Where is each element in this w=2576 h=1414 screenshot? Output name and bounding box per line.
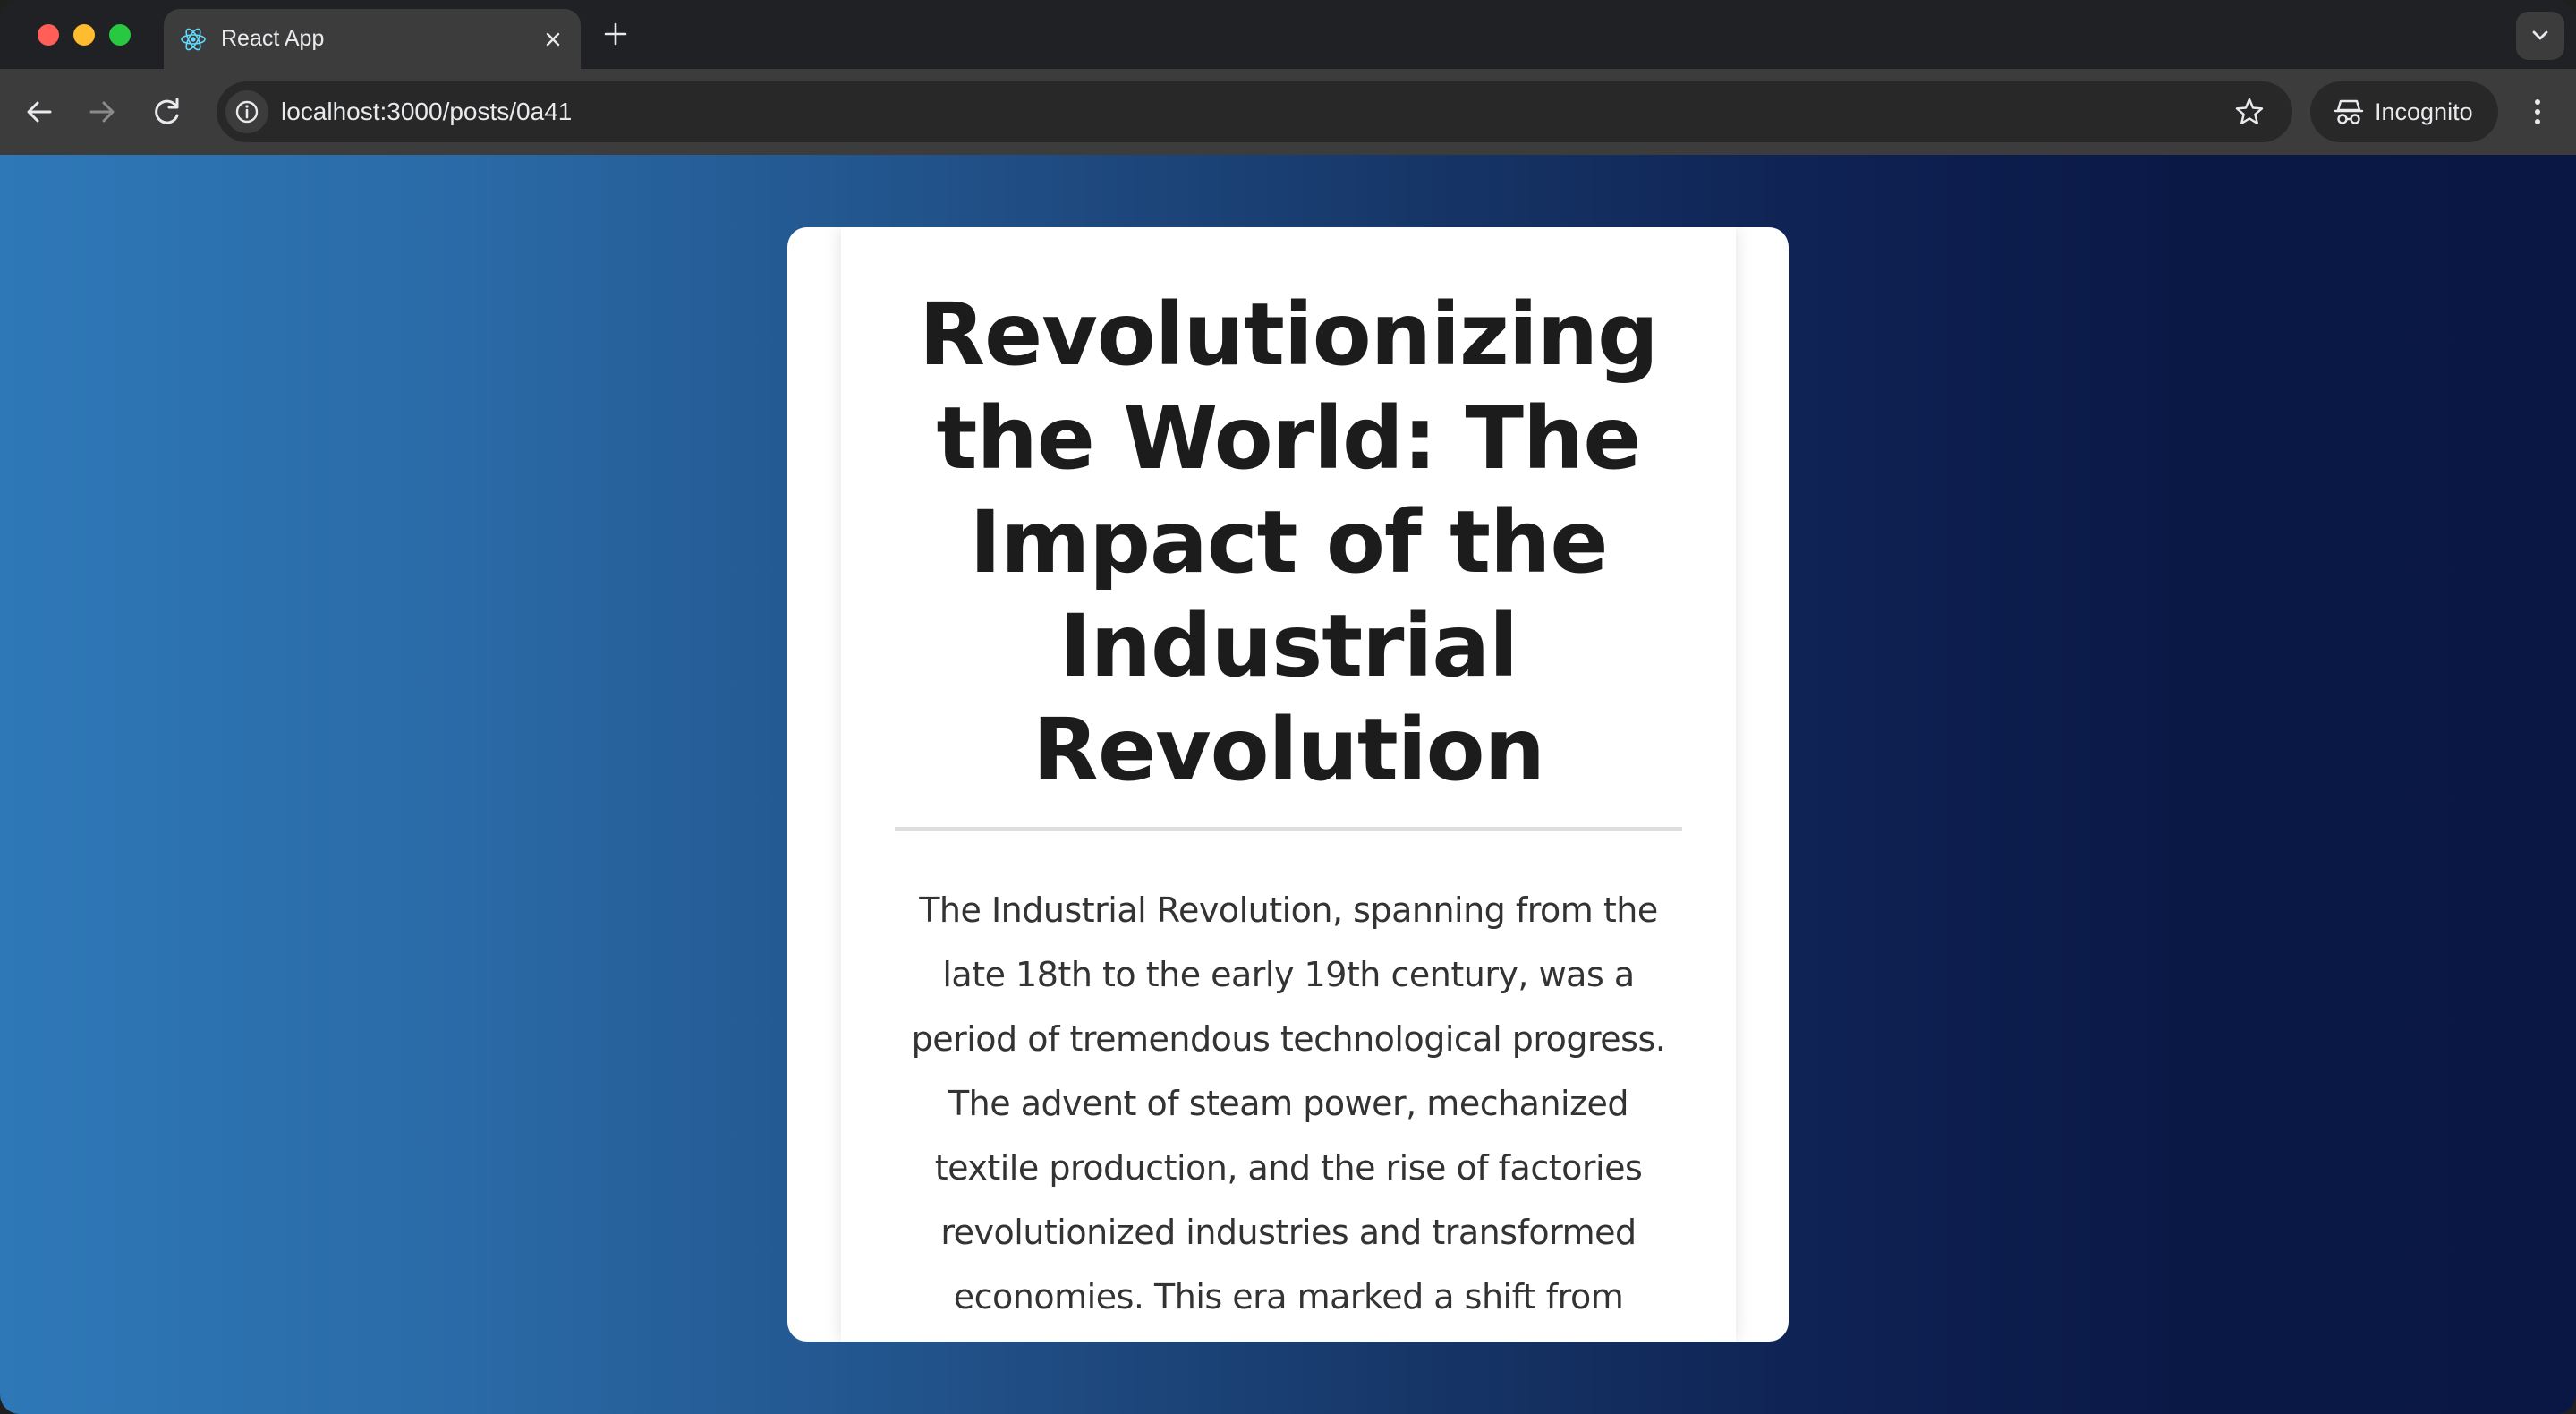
info-icon [235, 100, 259, 124]
site-info-button[interactable] [225, 90, 268, 133]
bookmark-star-icon[interactable] [2233, 96, 2266, 128]
address-bar[interactable]: localhost:3000/posts/0a41 [217, 81, 2292, 142]
new-tab-button[interactable] [599, 18, 632, 50]
browser-toolbar: localhost:3000/posts/0a41 Incognito [0, 69, 2576, 155]
minimize-window-button[interactable] [73, 24, 95, 46]
post-title: Revolutionizing the World: The Impact of… [919, 285, 1659, 800]
incognito-label: Incognito [2375, 98, 2473, 125]
tab-search-button[interactable] [2516, 12, 2564, 60]
browser-window: React App localhost:3000/posts/0a41 Inco… [0, 0, 2576, 1414]
page-viewport: Revolutionizing the World: The Impact of… [0, 155, 2576, 1414]
reload-icon[interactable] [146, 90, 189, 133]
close-window-button[interactable] [38, 24, 59, 46]
post-card: Revolutionizing the World: The Impact of… [787, 227, 1789, 1342]
post-body: The Industrial Revolution, spanning from… [911, 890, 1666, 1316]
incognito-icon [2334, 99, 2364, 124]
incognito-indicator[interactable]: Incognito [2310, 81, 2498, 142]
forward-arrow-icon[interactable] [81, 90, 123, 133]
tab-title: React App [221, 26, 325, 51]
close-tab-icon[interactable] [540, 26, 566, 53]
more-options-icon[interactable] [2521, 90, 2554, 133]
tab-react-app[interactable]: React App [164, 9, 581, 69]
chevron-down-icon [2532, 30, 2548, 40]
react-logo-icon [181, 28, 206, 51]
back-arrow-icon[interactable] [18, 90, 61, 133]
maximize-window-button[interactable] [109, 24, 131, 46]
post-content: Revolutionizing the World: The Impact of… [841, 227, 1736, 1342]
title-divider [895, 827, 1682, 831]
tab-strip: React App [0, 0, 2576, 69]
url-text[interactable]: localhost:3000/posts/0a41 [281, 81, 572, 142]
